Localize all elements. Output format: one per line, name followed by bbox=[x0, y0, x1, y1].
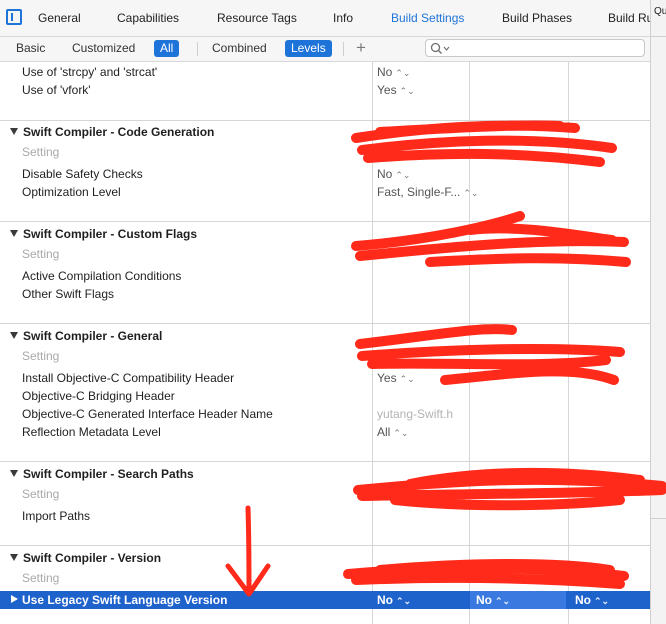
column-header-row: Setting bbox=[0, 485, 650, 503]
tab-capabilities[interactable]: Capabilities bbox=[117, 11, 179, 25]
setting-row[interactable]: Use of 'strcpy' and 'strcat' No ⌃⌄ bbox=[0, 63, 650, 81]
stepper-icon: ⌃⌄ bbox=[399, 86, 415, 96]
setting-value[interactable]: All ⌃⌄ bbox=[377, 425, 408, 439]
stepper-icon: ⌃⌄ bbox=[495, 596, 511, 606]
setting-row[interactable]: Disable Safety Checks No ⌃⌄ bbox=[0, 165, 650, 183]
section-header[interactable]: Swift Compiler - Search Paths bbox=[0, 464, 650, 484]
setting-row[interactable]: Reflection Metadata Level All ⌃⌄ bbox=[0, 423, 650, 441]
setting-row[interactable]: Objective-C Generated Interface Header N… bbox=[0, 405, 650, 423]
column-header-row: Setting bbox=[0, 569, 650, 587]
filter-customized-button[interactable]: Customized bbox=[66, 40, 141, 57]
filter-all-button[interactable]: All bbox=[154, 40, 180, 57]
filter-divider bbox=[197, 42, 198, 56]
setting-value[interactable]: yutang-Swift.h bbox=[377, 407, 453, 421]
search-icon bbox=[430, 42, 450, 54]
search-field[interactable] bbox=[425, 39, 645, 57]
setting-name: Use of 'strcpy' and 'strcat' bbox=[22, 65, 158, 79]
setting-name: Disable Safety Checks bbox=[22, 167, 143, 181]
column-header-row: Setting bbox=[0, 347, 650, 365]
selected-setting-row[interactable]: Use Legacy Swift Language Version No ⌃⌄ N… bbox=[0, 591, 650, 609]
setting-column-header: Setting bbox=[22, 247, 60, 261]
setting-row[interactable]: Install Objective-C Compatibility Header… bbox=[0, 369, 650, 387]
setting-value[interactable]: Yes ⌃⌄ bbox=[377, 83, 415, 97]
inspector-divider bbox=[650, 518, 666, 519]
inspector-pane bbox=[650, 0, 666, 624]
tab-general[interactable]: General bbox=[38, 11, 81, 25]
disclosure-triangle-icon[interactable] bbox=[10, 128, 18, 135]
setting-name: Other Swift Flags bbox=[22, 287, 115, 301]
filter-levels-button[interactable]: Levels bbox=[285, 40, 332, 57]
editor-tab-bar: General Capabilities Resource Tags Info … bbox=[0, 0, 653, 37]
setting-name: Objective-C Bridging Header bbox=[22, 389, 175, 403]
section-title: Swift Compiler - Search Paths bbox=[23, 467, 194, 481]
sidebar-toggle-icon[interactable] bbox=[6, 9, 22, 25]
tab-resource-tags[interactable]: Resource Tags bbox=[217, 11, 297, 25]
section-title: Swift Compiler - Custom Flags bbox=[23, 227, 198, 241]
section-header[interactable]: Swift Compiler - Version bbox=[0, 548, 650, 568]
section-header[interactable]: Swift Compiler - Code Generation bbox=[0, 122, 650, 142]
setting-name: Use Legacy Swift Language Version bbox=[22, 593, 228, 607]
stepper-icon: ⌃⌄ bbox=[396, 596, 412, 606]
stepper-icon: ⌃⌄ bbox=[395, 68, 411, 78]
setting-value[interactable]: Yes ⌃⌄ bbox=[377, 371, 415, 385]
stepper-icon: ⌃⌄ bbox=[393, 428, 409, 438]
disclosure-triangle-icon[interactable] bbox=[10, 554, 18, 561]
tab-build-settings[interactable]: Build Settings bbox=[391, 11, 464, 25]
setting-name: Reflection Metadata Level bbox=[22, 425, 161, 439]
setting-value-project[interactable]: No ⌃⌄ bbox=[575, 593, 609, 607]
setting-column-header: Setting bbox=[22, 571, 60, 585]
setting-name: Optimization Level bbox=[22, 185, 121, 199]
tab-build-phases[interactable]: Build Phases bbox=[502, 11, 572, 25]
setting-name: Objective-C Generated Interface Header N… bbox=[22, 407, 273, 421]
setting-value[interactable]: No ⌃⌄ bbox=[377, 65, 410, 79]
setting-column-header: Setting bbox=[22, 349, 60, 363]
filter-combined-button[interactable]: Combined bbox=[206, 40, 273, 57]
disclosure-triangle-icon[interactable] bbox=[10, 230, 18, 237]
setting-row[interactable]: Use of 'vfork' Yes ⌃⌄ bbox=[0, 81, 650, 99]
section-header[interactable]: Swift Compiler - Custom Flags bbox=[0, 224, 650, 244]
setting-value-resolved[interactable]: No ⌃⌄ bbox=[377, 593, 411, 607]
setting-row[interactable]: Import Paths bbox=[0, 507, 650, 525]
tab-build-rules[interactable]: Build Ru bbox=[608, 11, 653, 25]
stepper-icon: ⌃⌄ bbox=[399, 374, 415, 384]
setting-name: Install Objective-C Compatibility Header bbox=[22, 371, 235, 385]
inspector-divider bbox=[650, 36, 666, 37]
stepper-icon: ⌃⌄ bbox=[594, 596, 610, 606]
add-setting-button[interactable]: + bbox=[356, 38, 366, 58]
disclosure-triangle-icon[interactable] bbox=[10, 470, 18, 477]
section-title: Swift Compiler - Code Generation bbox=[23, 125, 215, 139]
build-settings-filter-bar: Basic Customized All Combined Levels + bbox=[0, 37, 650, 62]
setting-row[interactable]: Objective-C Bridging Header bbox=[0, 387, 650, 405]
column-header-row: Setting bbox=[0, 245, 650, 263]
stepper-icon: ⌃⌄ bbox=[463, 188, 479, 198]
setting-row[interactable]: Active Compilation Conditions bbox=[0, 267, 650, 285]
section-divider bbox=[0, 323, 650, 324]
column-header-row: Setting bbox=[0, 143, 650, 161]
section-divider bbox=[0, 461, 650, 462]
section-title: Swift Compiler - General bbox=[23, 329, 163, 343]
setting-row[interactable]: Optimization Level Fast, Single-F... ⌃⌄ bbox=[0, 183, 650, 201]
tab-info[interactable]: Info bbox=[333, 11, 353, 25]
setting-name: Active Compilation Conditions bbox=[22, 269, 182, 283]
section-divider bbox=[0, 221, 650, 222]
setting-value[interactable]: No ⌃⌄ bbox=[377, 167, 410, 181]
disclosure-triangle-icon[interactable] bbox=[11, 595, 18, 603]
setting-value[interactable]: Fast, Single-F... ⌃⌄ bbox=[377, 185, 478, 199]
setting-value-target[interactable]: No ⌃⌄ bbox=[476, 593, 510, 607]
disclosure-triangle-icon[interactable] bbox=[10, 332, 18, 339]
setting-name: Use of 'vfork' bbox=[22, 83, 91, 97]
filter-basic-button[interactable]: Basic bbox=[10, 40, 51, 57]
stepper-icon: ⌃⌄ bbox=[395, 170, 411, 180]
setting-row[interactable]: Other Swift Flags bbox=[0, 285, 650, 303]
inspector-title: Qu bbox=[654, 6, 666, 17]
setting-column-header: Setting bbox=[22, 145, 60, 159]
setting-name: Import Paths bbox=[22, 509, 91, 523]
setting-column-header: Setting bbox=[22, 487, 60, 501]
section-divider bbox=[0, 120, 650, 121]
section-title: Swift Compiler - Version bbox=[23, 551, 162, 565]
section-divider bbox=[0, 545, 650, 546]
section-header[interactable]: Swift Compiler - General bbox=[0, 326, 650, 346]
filter-divider bbox=[343, 42, 344, 56]
